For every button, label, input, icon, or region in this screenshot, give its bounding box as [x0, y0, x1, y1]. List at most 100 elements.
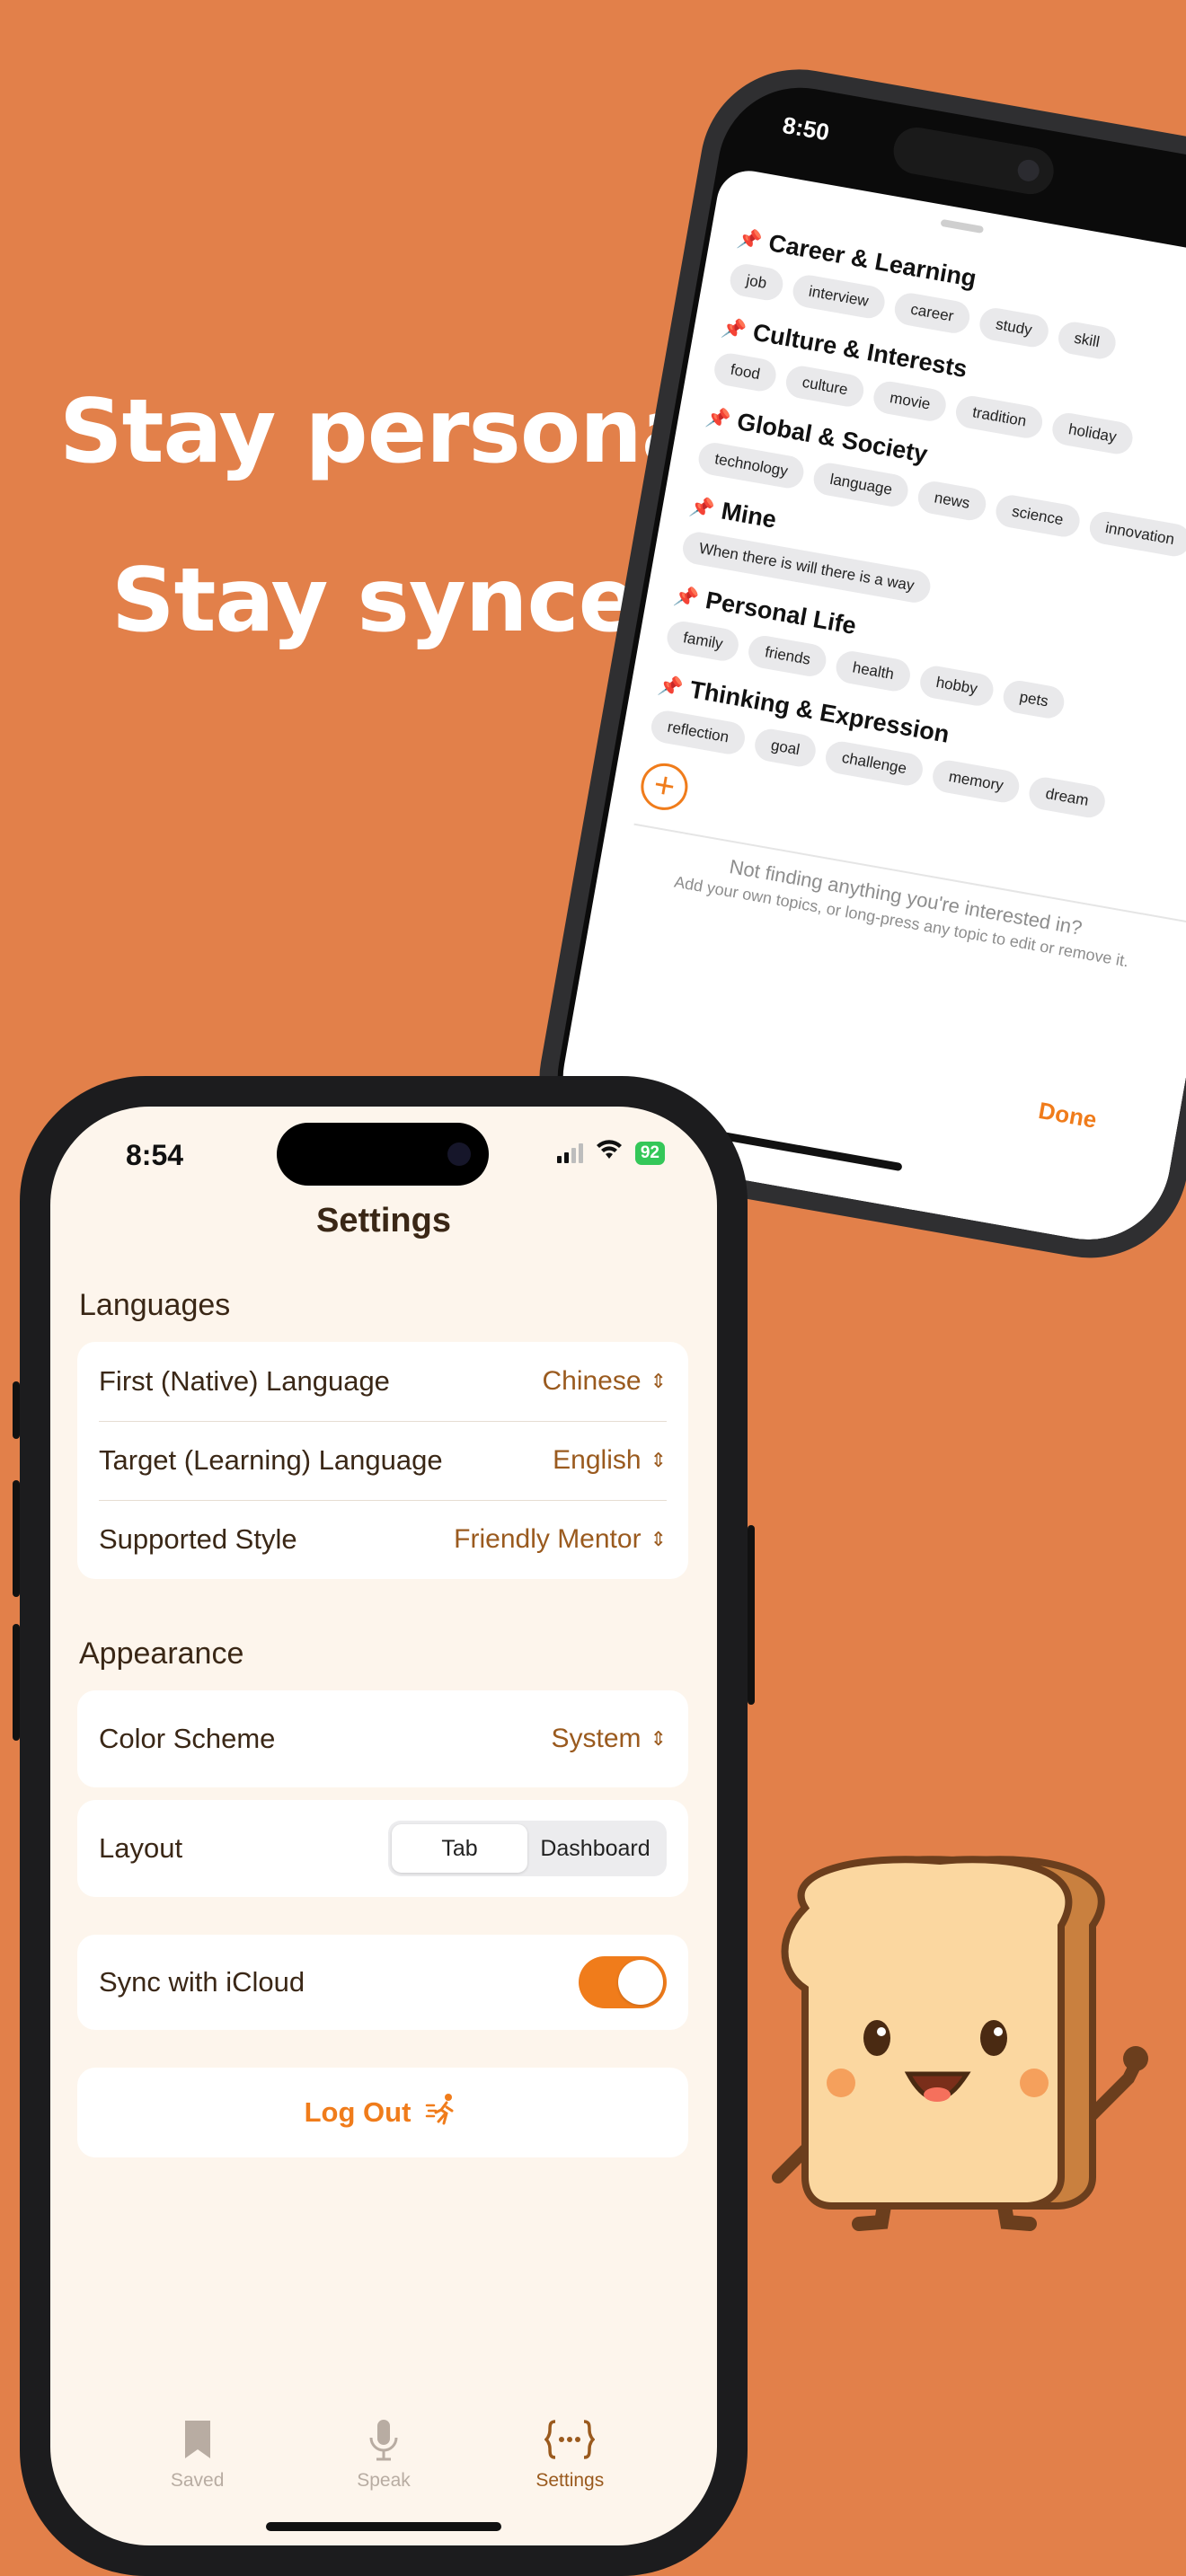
row-label: Supported Style — [99, 1523, 297, 1555]
first-language-picker[interactable]: Chinese ⇕ — [542, 1366, 667, 1397]
topic-tag[interactable]: pets — [1000, 678, 1067, 721]
tab-settings[interactable]: Settings — [507, 2414, 633, 2492]
segment-dashboard[interactable]: Dashboard — [527, 1824, 663, 1873]
color-scheme-group: Color Scheme System ⇕ — [77, 1690, 688, 1787]
target-language-row[interactable]: Target (Learning) Language English ⇕ — [77, 1421, 688, 1500]
camera-icon — [447, 1142, 471, 1166]
supported-style-picker[interactable]: Friendly Mentor ⇕ — [454, 1524, 667, 1555]
topic-tag[interactable]: study — [977, 305, 1051, 350]
toggle-knob — [618, 1960, 663, 2005]
layout-row: Layout Tab Dashboard — [77, 1800, 688, 1897]
topic-tag[interactable]: job — [727, 261, 785, 303]
chevron-up-down-icon: ⇕ — [650, 1528, 667, 1550]
pin-icon: 📌 — [735, 225, 765, 252]
topic-tag[interactable]: news — [916, 479, 988, 523]
color-scheme-row[interactable]: Color Scheme System ⇕ — [77, 1690, 688, 1787]
add-topic-plus-icon[interactable]: + — [637, 759, 692, 814]
topic-tag[interactable]: interview — [790, 272, 888, 321]
chevron-up-down-icon: ⇕ — [650, 1727, 667, 1750]
power-button — [748, 1525, 755, 1705]
topic-tag[interactable]: language — [811, 460, 911, 509]
topics-screen: 8:50 📌 Career & Learning job interview ca… — [544, 75, 1186, 1253]
first-language-row[interactable]: First (Native) Language Chinese ⇕ — [77, 1342, 688, 1421]
topic-tag[interactable]: challenge — [823, 738, 925, 789]
page-title: Settings — [316, 1202, 451, 1239]
microphone-icon — [367, 2414, 401, 2465]
pin-icon: 📌 — [657, 672, 686, 700]
side-button — [13, 1381, 20, 1439]
topic-tag[interactable]: skill — [1055, 319, 1119, 362]
status-time: 8:50 — [780, 110, 832, 146]
topic-tag[interactable]: culture — [783, 363, 867, 410]
sync-row: Sync with iCloud — [77, 1935, 688, 2030]
settings-phone-mockup: 8:54 92 Settings Languages First (Native… — [13, 1076, 755, 2576]
running-person-icon — [425, 2091, 461, 2134]
topic-tag[interactable]: holiday — [1049, 410, 1136, 457]
tab-label: Saved — [170, 2470, 225, 2491]
pin-icon: 📌 — [688, 493, 717, 521]
topic-tag[interactable]: health — [834, 648, 913, 694]
status-indicators: 92 — [556, 1139, 665, 1167]
wifi-icon — [596, 1139, 623, 1167]
tab-saved[interactable]: Saved — [135, 2414, 261, 2492]
topic-tag[interactable]: friends — [746, 633, 829, 679]
home-indicator — [266, 2522, 501, 2531]
topic-tag[interactable]: goal — [752, 726, 819, 770]
row-label: Color Scheme — [99, 1723, 276, 1754]
section-header-languages: Languages — [79, 1288, 231, 1322]
topic-tag[interactable]: dream — [1026, 774, 1108, 820]
pin-icon: 📌 — [704, 404, 733, 431]
tab-label: Speak — [357, 2470, 411, 2491]
topic-tag[interactable]: hobby — [917, 663, 996, 709]
dynamic-island — [277, 1123, 489, 1186]
row-label: First (Native) Language — [99, 1365, 390, 1397]
row-label: Sync with iCloud — [99, 1966, 305, 1998]
dynamic-island — [890, 123, 1058, 198]
tab-label: Settings — [535, 2470, 605, 2491]
row-label: Target (Learning) Language — [99, 1444, 443, 1476]
cellular-signal-icon — [556, 1142, 583, 1163]
toast-mascot-illustration — [751, 1854, 1173, 2236]
curly-braces-icon — [544, 2414, 596, 2465]
pin-icon: 📌 — [672, 583, 701, 610]
logout-label: Log Out — [304, 2096, 412, 2128]
tab-bar: Saved Speak Settings — [50, 2414, 717, 2492]
sync-group: Sync with iCloud — [77, 1935, 688, 2030]
supported-style-row[interactable]: Supported Style Friendly Mentor ⇕ — [77, 1500, 688, 1579]
topic-tag[interactable]: science — [993, 492, 1083, 540]
battery-icon: 92 — [634, 1141, 665, 1165]
topic-tag[interactable]: career — [891, 290, 972, 336]
logout-button[interactable]: Log Out — [77, 2068, 688, 2157]
topic-tag[interactable]: family — [664, 619, 742, 664]
layout-group: Layout Tab Dashboard — [77, 1800, 688, 1897]
target-language-picker[interactable]: English ⇕ — [553, 1445, 667, 1476]
topic-tag[interactable]: food — [712, 350, 779, 394]
tab-speak[interactable]: Speak — [321, 2414, 447, 2492]
status-time: 8:54 — [126, 1139, 184, 1171]
topic-tag[interactable]: movie — [871, 379, 950, 424]
headline-line-1: Stay personal — [59, 381, 730, 483]
done-button[interactable]: Done — [1036, 1097, 1099, 1134]
topic-tag[interactable]: innovation — [1086, 508, 1186, 560]
camera-icon — [1015, 157, 1041, 183]
topic-tag[interactable]: tradition — [953, 393, 1045, 441]
languages-group: First (Native) Language Chinese ⇕ Target … — [77, 1342, 688, 1579]
layout-segmented-control[interactable]: Tab Dashboard — [388, 1821, 667, 1876]
bookmark-icon — [183, 2414, 212, 2465]
section-header-appearance: Appearance — [79, 1636, 244, 1671]
color-scheme-picker[interactable]: System ⇕ — [552, 1724, 667, 1754]
topic-tag[interactable]: reflection — [649, 708, 748, 757]
topic-tag[interactable]: technology — [695, 440, 807, 491]
logout-group: Log Out — [77, 2068, 688, 2157]
chevron-up-down-icon: ⇕ — [650, 1449, 667, 1471]
segment-tab[interactable]: Tab — [392, 1824, 527, 1873]
chevron-up-down-icon: ⇕ — [650, 1370, 667, 1392]
topic-tag[interactable]: memory — [930, 757, 1022, 806]
sheet-grabber[interactable] — [940, 218, 985, 234]
headline-line-2: Stay synced — [111, 550, 700, 652]
sync-toggle[interactable] — [579, 1956, 667, 2008]
row-label: Layout — [99, 1832, 183, 1864]
volume-down-button — [13, 1624, 20, 1741]
pin-icon: 📌 — [720, 314, 748, 342]
settings-screen: 8:54 92 Settings Languages First (Native… — [50, 1107, 717, 2545]
